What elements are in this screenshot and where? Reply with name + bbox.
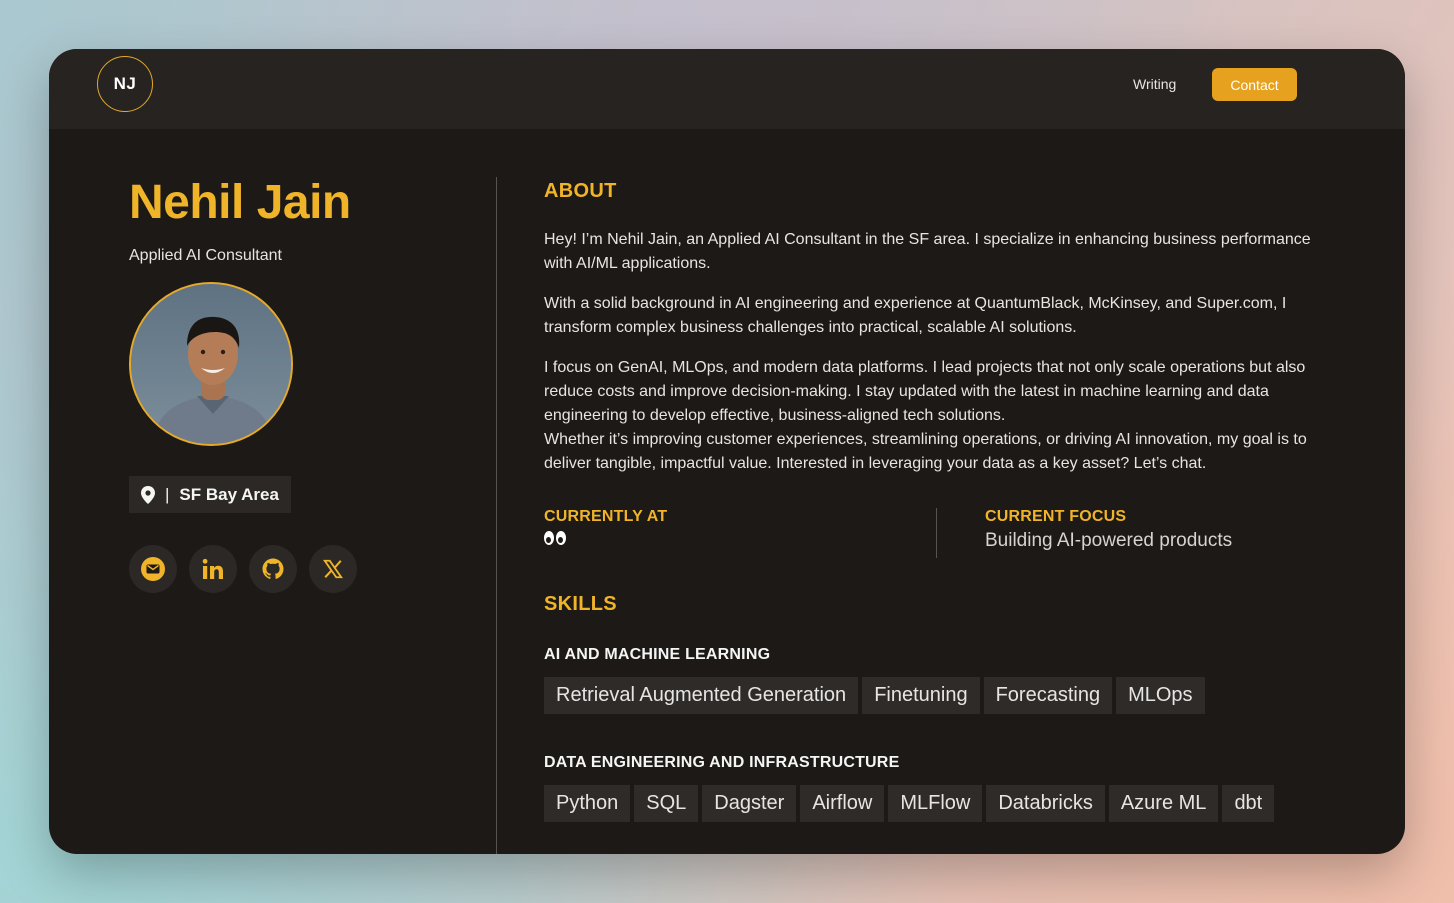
email-link[interactable] <box>129 545 177 593</box>
x-icon <box>322 559 344 579</box>
about-paragraph-4: Whether it’s improving customer experien… <box>544 431 1307 472</box>
currently-at-label: CURRENTLY AT <box>544 508 668 525</box>
profile-name: Nehil Jain <box>129 176 351 229</box>
skill-tag: dbt <box>1222 785 1275 822</box>
column-divider <box>496 177 497 854</box>
browser-window: NJ Writing Contact Nehil Jain Applied AI… <box>49 49 1405 854</box>
profile-role: Applied AI Consultant <box>129 247 282 264</box>
eye-right <box>556 531 566 545</box>
skill-tag: SQL <box>634 785 699 822</box>
email-icon <box>141 557 165 581</box>
nav-link-writing[interactable]: Writing <box>1117 68 1192 100</box>
linkedin-link[interactable] <box>189 545 237 593</box>
skill-tag: Finetuning <box>862 677 980 714</box>
skill-tags: Python SQL Dagster Airflow MLFlow Databr… <box>544 785 1334 822</box>
contact-button[interactable]: Contact <box>1212 68 1297 101</box>
social-links <box>129 545 497 593</box>
github-link[interactable] <box>249 545 297 593</box>
skill-tag: Forecasting <box>983 677 1113 714</box>
eyes-emoji-icon <box>544 531 936 545</box>
portrait-image <box>131 284 291 444</box>
skill-tag: Databricks <box>986 785 1105 822</box>
profile-column: Nehil Jain Applied AI Consultant | SF Ba… <box>129 129 497 593</box>
current-focus-value: Building AI-powered products <box>985 530 1233 551</box>
skill-group-title: AI AND MACHINE LEARNING <box>544 646 771 663</box>
location-text: SF Bay Area <box>179 484 279 504</box>
content-column: ABOUT Hey! I’m Nehil Jain, an Applied AI… <box>544 129 1334 822</box>
skill-tag: MLFlow <box>888 785 983 822</box>
location-separator: | <box>165 484 170 504</box>
skill-tag: Dagster <box>702 785 797 822</box>
github-icon <box>262 558 284 579</box>
current-focus-label: CURRENT FOCUS <box>985 508 1127 525</box>
skill-group-ai: AI AND MACHINE LEARNING Retrieval Augmen… <box>544 646 1334 714</box>
skill-tag: Python <box>544 785 631 822</box>
skills-heading: SKILLS <box>544 593 617 615</box>
map-pin-icon <box>141 485 155 504</box>
facts-row: CURRENTLY AT CURRENT FOCUS Building AI-p… <box>544 508 1334 558</box>
about-heading: ABOUT <box>544 180 617 202</box>
eye-left <box>544 531 554 545</box>
location-badge: | SF Bay Area <box>129 476 291 513</box>
skill-tag: Azure ML <box>1108 785 1219 822</box>
logo-nj[interactable]: NJ <box>97 56 153 112</box>
skill-tag: MLOps <box>1116 677 1205 714</box>
avatar <box>129 282 293 446</box>
linkedin-icon <box>202 558 223 579</box>
about-paragraph-1: Hey! I’m Nehil Jain, an Applied AI Consu… <box>544 231 1311 272</box>
about-paragraph-2: With a solid background in AI engineerin… <box>544 295 1287 336</box>
about-paragraph-3: I focus on GenAI, MLOps, and modern data… <box>544 359 1306 424</box>
skill-group-title: DATA ENGINEERING AND INFRASTRUCTURE <box>544 754 900 771</box>
current-focus: CURRENT FOCUS Building AI-powered produc… <box>936 508 1232 558</box>
skill-tags: Retrieval Augmented Generation Finetunin… <box>544 677 1334 714</box>
skill-tag: Retrieval Augmented Generation <box>544 677 859 714</box>
skill-tag: Airflow <box>800 785 885 822</box>
x-link[interactable] <box>309 545 357 593</box>
navbar: NJ Writing Contact <box>49 49 1405 129</box>
skill-group-data-engineering: DATA ENGINEERING AND INFRASTRUCTURE Pyth… <box>544 754 1334 822</box>
currently-at: CURRENTLY AT <box>544 508 936 558</box>
